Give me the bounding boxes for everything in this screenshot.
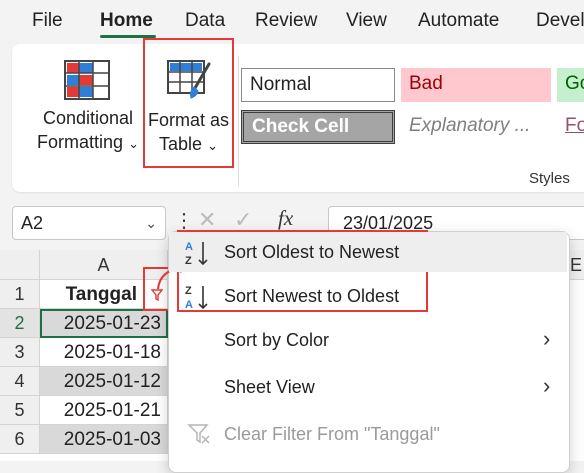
chevron-down-icon: ⌄ [128,136,139,151]
svg-text:Z: Z [185,255,192,267]
menu-item-sort-oldest[interactable]: A Z Sort Oldest to Newest [169,232,567,272]
menu-item-clear-filter: Clear Filter From "Tanggal" [169,414,567,454]
chevron-right-icon: › [543,373,551,398]
chevron-down-icon[interactable]: ⌄ [145,207,157,239]
menu-developer[interactable]: Devel [536,10,584,32]
row-header-4[interactable]: 4 [0,367,40,396]
conditional-formatting-icon [64,60,110,100]
menu-home[interactable]: Home [100,10,153,32]
format-as-table-button[interactable]: Format as Table ⌄ [143,38,234,168]
format-as-table-label-1: Format as [147,110,230,130]
styles-group-label: Styles [529,170,570,187]
menu-automate[interactable]: Automate [418,10,499,32]
row-header-6[interactable]: 6 [0,425,40,454]
menu-item-sheet-view[interactable]: Sheet View › [169,367,567,407]
svg-text:A: A [185,241,193,253]
chevron-down-icon: ⌄ [207,138,218,153]
table-cell[interactable]: 2025-01-03 [40,425,168,454]
row-header-5[interactable]: 5 [0,396,40,425]
style-normal[interactable]: Normal [241,68,395,102]
row-header-2[interactable]: 2 [0,309,40,338]
svg-text:A: A [185,299,193,311]
sort-oldest-label: Sort Oldest to Newest [224,242,400,262]
menu-item-sort-newest[interactable]: Z A Sort Newest to Oldest [169,276,567,316]
sort-descending-icon: Z A [185,285,208,311]
style-explanatory[interactable]: Explanatory ... [401,110,551,144]
clear-filter-label: Clear Filter From "Tanggal" [224,424,440,444]
clear-filter-icon [187,424,210,444]
menu-data[interactable]: Data [185,10,225,32]
sort-by-color-label: Sort by Color [224,330,330,350]
menu-bar: File Home Data Review View Automate Deve… [0,0,584,44]
chevron-right-icon: › [543,326,551,351]
menu-review[interactable]: Review [255,10,317,32]
table-cell[interactable]: 2025-01-12 [40,367,168,396]
format-as-table-icon [167,60,211,99]
name-box[interactable]: A2 ⌄ [12,206,166,240]
row-header-3[interactable]: 3 [0,338,40,367]
table-cell[interactable]: 2025-01-18 [40,338,168,367]
insert-function-icon[interactable]: fx [278,206,293,231]
sort-newest-label: Sort Newest to Oldest [224,286,400,306]
style-bad[interactable]: Bad [401,68,551,102]
sort-ascending-icon: A Z [185,241,208,267]
row-header-1[interactable]: 1 [0,280,40,309]
svg-text:Z: Z [185,285,192,297]
style-followed-hyperlink[interactable]: Fo [557,110,584,144]
conditional-formatting-label-2: Formatting ⌄ [37,132,139,152]
style-good[interactable]: Go [557,68,584,102]
conditional-formatting-button[interactable]: Conditional Formatting ⌄ [28,56,148,176]
style-check-cell[interactable]: Check Cell [241,110,395,144]
menu-item-sort-by-color[interactable]: Sort by Color › [169,320,567,360]
format-as-table-label-2: Table ⌄ [159,134,218,154]
menu-file[interactable]: File [32,10,63,32]
table-cell[interactable]: 2025-01-21 [40,396,168,425]
select-all-corner[interactable] [0,250,40,280]
menu-view[interactable]: View [346,10,387,32]
table-cell[interactable]: 2025-01-23 [40,309,168,338]
ribbon-separator [238,56,239,186]
conditional-formatting-label-1: Conditional [42,108,134,128]
sheet-view-label: Sheet View [224,377,315,397]
